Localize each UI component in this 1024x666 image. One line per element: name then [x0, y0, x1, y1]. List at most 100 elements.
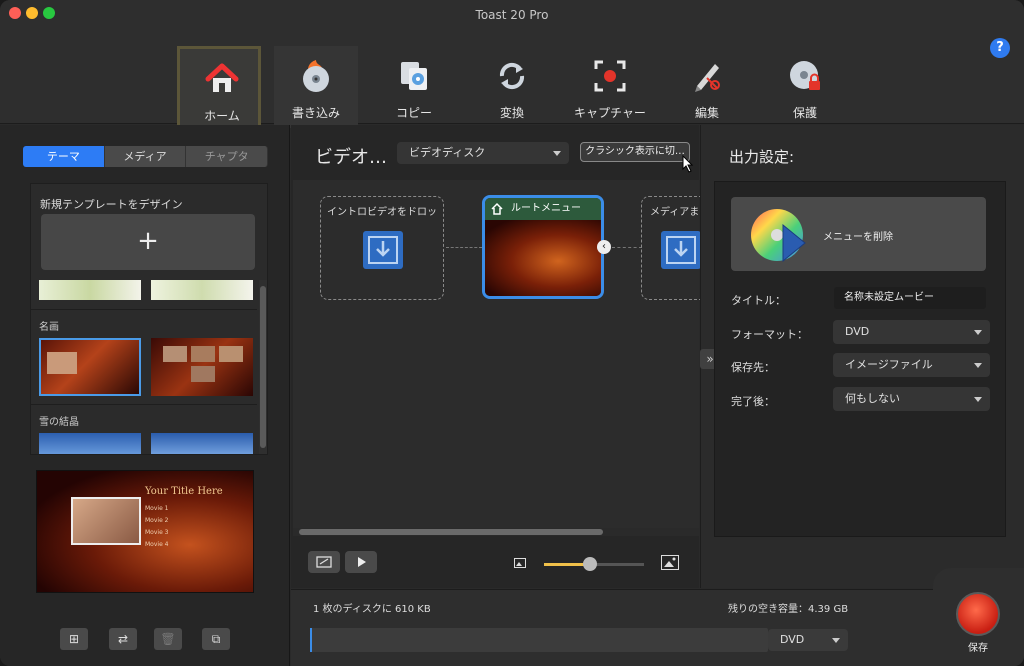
window-title: Toast 20 Pro	[475, 8, 549, 22]
replace-icon: ⇄	[117, 632, 129, 646]
template-thumb[interactable]	[151, 280, 253, 300]
destination-value: イメージファイル	[845, 358, 933, 371]
drop-video-icon	[363, 231, 403, 269]
after-field-label: 完了後：	[731, 395, 775, 408]
remove-menu-label: メニューを削除	[823, 232, 893, 243]
canvas-scrollbar[interactable]	[293, 528, 699, 536]
tool-convert-label: 変換	[499, 106, 524, 120]
tool-protect-label: 保護	[792, 106, 817, 120]
tool-edit[interactable]: 編集	[665, 46, 749, 128]
tab-media[interactable]: メディア	[104, 146, 187, 167]
tool-copy[interactable]: コピー	[372, 46, 456, 128]
new-window-button[interactable]: ⧉	[202, 628, 230, 650]
edit-icon	[695, 64, 720, 92]
home-icon	[205, 63, 239, 92]
add-template-button[interactable]: ⊞	[60, 628, 88, 650]
tab-theme[interactable]: テーマ	[23, 146, 105, 167]
tool-protect[interactable]: 保護	[763, 46, 847, 128]
divider	[31, 309, 257, 310]
play-icon	[358, 557, 366, 567]
theme-preview: Your Title Here Movie 1 Movie 2 Movie 3 …	[36, 470, 254, 593]
capture-icon	[594, 60, 626, 92]
root-menu-thumb	[485, 220, 601, 296]
zoom-slider-fill	[544, 563, 588, 566]
intro-video-node[interactable]: イントロビデオをドロッ	[320, 196, 444, 300]
tool-burn-label: 書き込み	[291, 106, 340, 120]
preview-title: Your Title Here	[145, 486, 223, 497]
zoom-slider-knob[interactable]	[583, 557, 597, 571]
template-thumb[interactable]	[39, 433, 141, 454]
template-scrollbar[interactable]	[259, 280, 267, 454]
tool-burn[interactable]: 書き込み	[274, 46, 358, 128]
tool-capture-label: キャプチャー	[574, 106, 646, 120]
convert-icon	[499, 62, 525, 90]
template-thumb[interactable]	[39, 280, 141, 300]
tool-copy-label: コピー	[395, 106, 432, 120]
scrollbar-knob[interactable]	[260, 286, 266, 448]
disc-size-value: DVD	[780, 633, 805, 646]
tool-capture[interactable]: キャプチャー	[568, 46, 652, 128]
preview-movie-3: Movie 3	[145, 529, 169, 536]
large-image-icon	[661, 555, 679, 570]
burn-disc-icon	[303, 60, 329, 92]
capacity-used	[310, 628, 312, 652]
disc-size-info: 1 枚のディスクに 610 KB	[313, 604, 431, 615]
new-template-heading: 新規テンプレートをデザイン	[40, 198, 183, 211]
thumb-photo	[47, 352, 77, 374]
save-label: 保存	[968, 643, 988, 654]
add-icon: ⊞	[68, 632, 80, 646]
thumb-photo	[191, 346, 215, 362]
app-window: Toast 20 Pro ? ホーム 書き込み コピー 変換 キャプチャー 編集…	[0, 0, 1024, 666]
template-thumb[interactable]	[151, 433, 253, 454]
remove-menu-button[interactable]: メニューを削除	[731, 197, 986, 271]
chevron-down-icon	[553, 151, 561, 156]
root-menu-node[interactable]: ルートメニュー	[482, 195, 604, 299]
title-field[interactable]: 名称未設定ムービー	[834, 287, 986, 309]
after-complete-value: 何もしない	[845, 392, 900, 405]
connector-line	[446, 247, 482, 248]
intro-node-label: イントロビデオをドロッ	[327, 207, 437, 218]
divider	[31, 404, 257, 405]
trash-icon: 🗑	[160, 632, 176, 646]
tool-convert[interactable]: 変換	[470, 46, 554, 128]
classic-view-button[interactable]: クラシック表示に切…	[580, 142, 690, 162]
section-label-meiga: 名画	[39, 322, 59, 333]
new-template-button[interactable]: +	[41, 214, 255, 270]
chevron-down-icon	[832, 638, 840, 643]
chevron-down-icon	[974, 330, 982, 335]
format-select[interactable]: DVD	[833, 320, 990, 344]
small-image-icon	[514, 558, 526, 568]
disc-size-select[interactable]: DVD	[768, 629, 848, 651]
edit-menu-button[interactable]	[308, 551, 340, 573]
replace-template-button[interactable]: ⇄	[109, 628, 137, 650]
help-button[interactable]: ?	[990, 38, 1010, 58]
save-button[interactable]	[956, 592, 1000, 636]
disc-type-select[interactable]: ビデオディスク	[397, 142, 569, 164]
format-field-label: フォーマット：	[731, 328, 808, 341]
preview-movie-2: Movie 2	[145, 517, 169, 524]
tool-edit-label: 編集	[694, 106, 719, 120]
dvd-menu-icon	[751, 209, 806, 263]
template-thumb[interactable]	[151, 338, 253, 396]
connector-line	[612, 247, 642, 248]
chevron-down-icon	[974, 397, 982, 402]
collapse-node-icon[interactable]: ‹	[597, 240, 611, 254]
delete-template-button[interactable]: 🗑	[154, 628, 182, 650]
play-button[interactable]	[345, 551, 377, 573]
capacity-bar	[310, 628, 768, 652]
after-complete-select[interactable]: 何もしない	[833, 387, 990, 411]
tab-chapter[interactable]: チャプタ	[186, 146, 269, 167]
destination-select[interactable]: イメージファイル	[833, 353, 990, 377]
project-title: ビデオ…	[315, 147, 387, 168]
thumb-photo	[219, 346, 243, 362]
template-thumb-selected[interactable]	[39, 338, 141, 396]
chevron-down-icon	[974, 363, 982, 368]
thumb-photo	[163, 346, 187, 362]
destination-field-label: 保存先：	[731, 361, 775, 374]
preview-movie-1: Movie 1	[145, 505, 169, 512]
scrollbar-knob[interactable]	[299, 529, 603, 535]
protect-disc-icon	[790, 61, 820, 90]
tool-home[interactable]: ホーム	[177, 46, 261, 130]
free-space-info: 残りの空き容量：4.39 GB	[728, 604, 849, 615]
output-settings-title: 出力設定:	[729, 148, 795, 166]
